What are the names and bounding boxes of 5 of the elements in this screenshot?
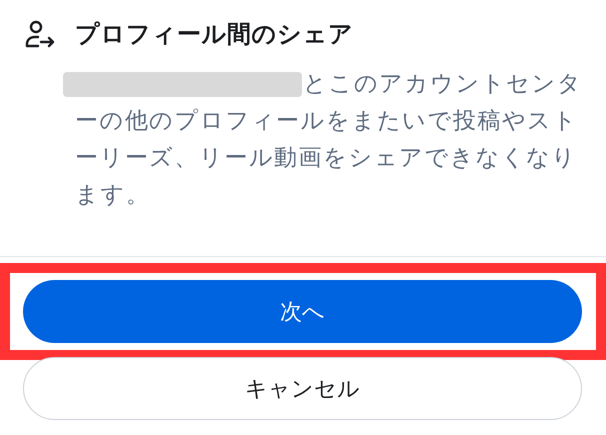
person-share-icon <box>24 20 56 48</box>
section-title: プロフィール間のシェア <box>75 19 354 50</box>
section-description: とこのアカウントセンターの他のプロフィールをまたいで投稿やストーリーズ、リール動画をシェアできなくなります。 <box>75 70 584 210</box>
cancel-button[interactable]: キャンセル <box>23 357 582 420</box>
next-button[interactable]: 次へ <box>23 280 582 343</box>
